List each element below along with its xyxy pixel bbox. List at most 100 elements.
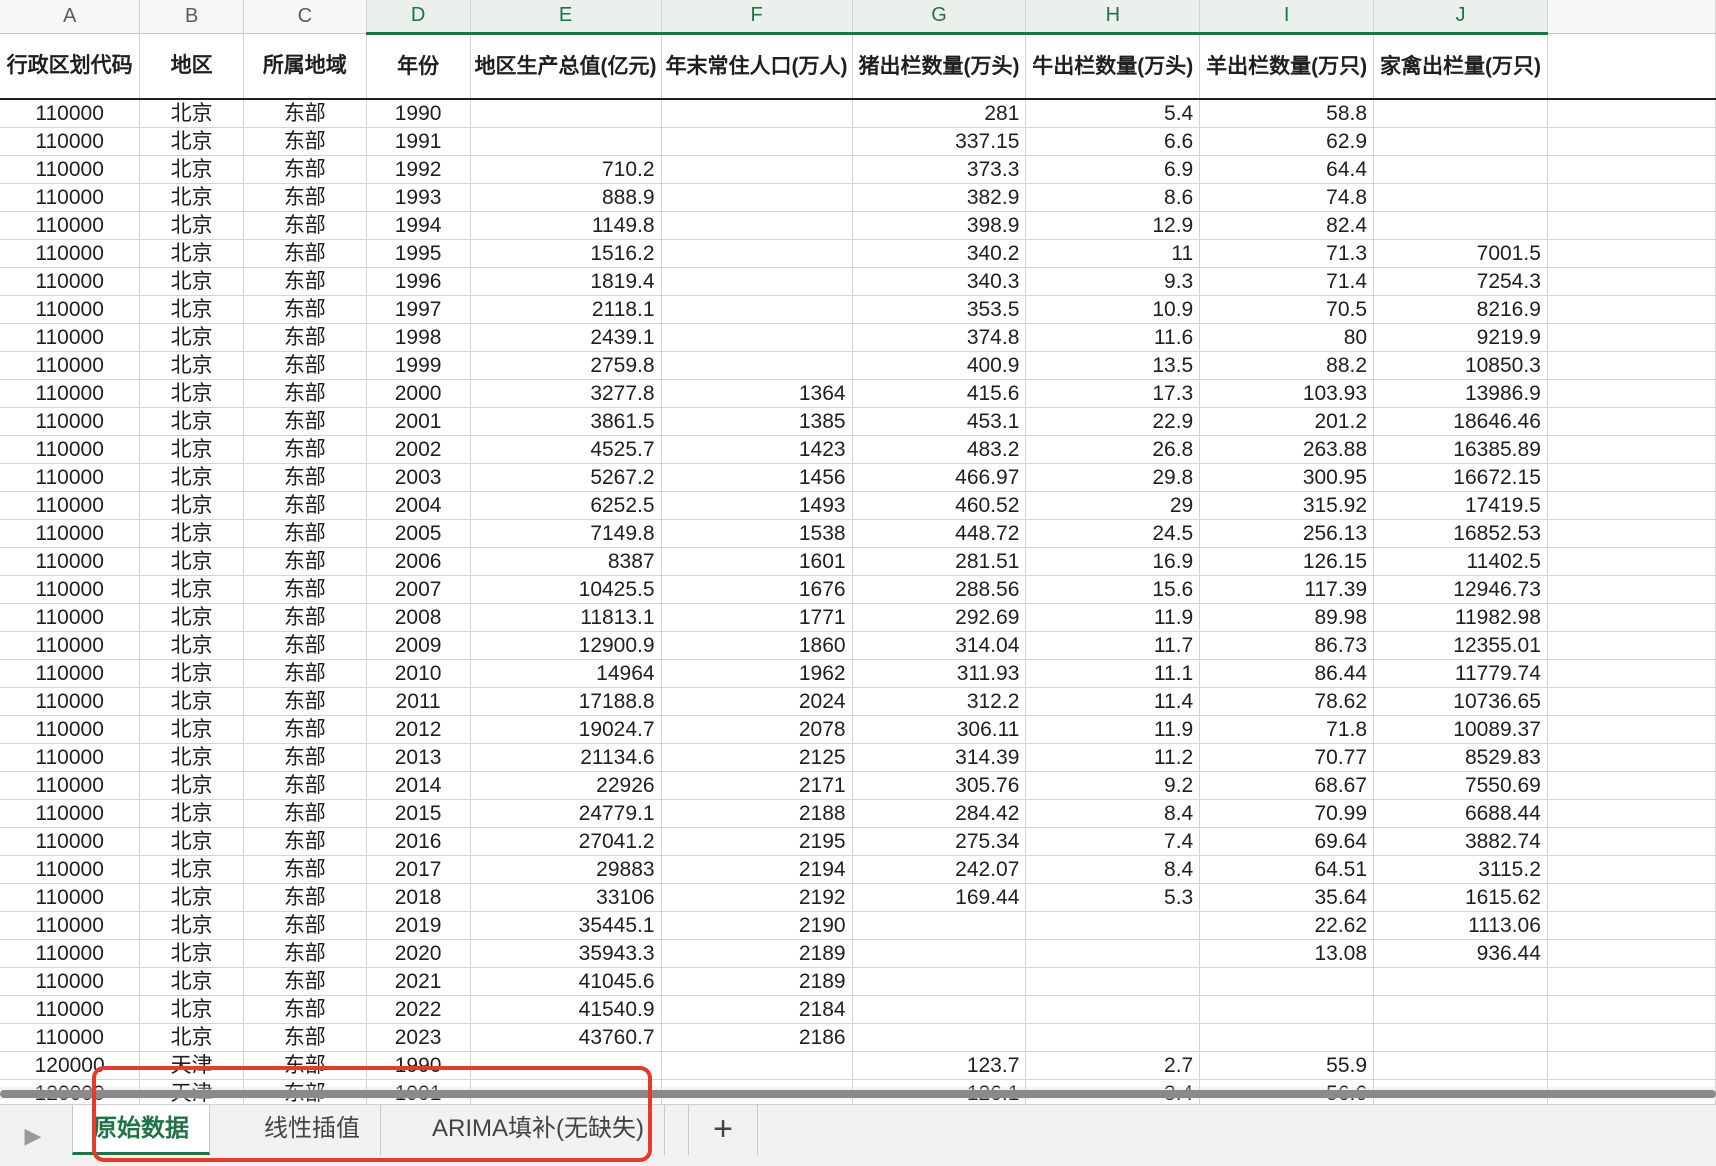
table-cell[interactable]: 126.15 <box>1199 547 1375 576</box>
table-cell[interactable]: 110000 <box>0 1023 141 1052</box>
column-header-f[interactable]: F <box>661 0 853 35</box>
table-cell[interactable]: 北京 <box>139 911 244 940</box>
table-cell[interactable]: 12355.01 <box>1373 631 1548 660</box>
table-cell[interactable]: 3861.5 <box>470 407 662 436</box>
table-cell[interactable]: 3115.2 <box>1373 855 1548 884</box>
table-cell[interactable] <box>1199 1023 1375 1052</box>
table-cell[interactable]: 11 <box>1025 239 1201 268</box>
table-cell[interactable]: 110000 <box>0 463 141 492</box>
table-cell[interactable]: 东部 <box>243 771 367 800</box>
table-cell[interactable]: 41045.6 <box>470 967 662 996</box>
table-cell[interactable]: 64.4 <box>1199 155 1375 184</box>
table-cell[interactable]: 北京 <box>139 491 244 520</box>
table-cell[interactable]: 110000 <box>0 967 141 996</box>
table-cell[interactable]: 2004 <box>366 491 471 520</box>
table-cell[interactable]: 2017 <box>366 855 471 884</box>
table-cell[interactable]: 2000 <box>366 379 471 408</box>
table-cell[interactable]: 东部 <box>243 435 367 464</box>
header-cell[interactable]: 行政区划代码 <box>0 33 141 100</box>
table-cell[interactable] <box>852 1023 1027 1052</box>
table-cell[interactable]: 北京 <box>139 379 244 408</box>
table-cell[interactable]: 58.8 <box>1199 99 1375 128</box>
table-cell[interactable]: 7550.69 <box>1373 771 1548 800</box>
table-cell[interactable]: 18646.46 <box>1373 407 1548 436</box>
table-cell[interactable]: 6.6 <box>1025 127 1201 156</box>
table-cell[interactable]: 11.4 <box>1025 687 1201 716</box>
table-cell[interactable] <box>1025 967 1201 996</box>
table-cell[interactable]: 41540.9 <box>470 995 662 1024</box>
table-cell[interactable]: 888.9 <box>470 183 662 212</box>
table-cell[interactable]: 北京 <box>139 1023 244 1052</box>
table-cell[interactable]: 26.8 <box>1025 435 1201 464</box>
table-cell[interactable]: 11.2 <box>1025 743 1201 772</box>
table-cell[interactable]: 北京 <box>139 519 244 548</box>
table-cell[interactable]: 北京 <box>139 239 244 268</box>
table-cell[interactable]: 17419.5 <box>1373 491 1548 520</box>
table-cell[interactable]: 2186 <box>661 1023 853 1052</box>
table-cell[interactable]: 300.95 <box>1199 463 1375 492</box>
table-cell[interactable]: 483.2 <box>852 435 1027 464</box>
table-cell[interactable]: 2125 <box>661 743 853 772</box>
table-cell[interactable]: 110000 <box>0 183 141 212</box>
table-cell[interactable]: 398.9 <box>852 211 1027 240</box>
table-cell[interactable]: 东部 <box>243 883 367 912</box>
table-cell[interactable]: 110000 <box>0 407 141 436</box>
table-cell[interactable]: 88.2 <box>1199 351 1375 380</box>
table-cell[interactable] <box>661 1051 853 1080</box>
table-cell[interactable]: 1860 <box>661 631 853 660</box>
table-cell[interactable]: 340.2 <box>852 239 1027 268</box>
table-cell[interactable]: 北京 <box>139 407 244 436</box>
table-cell[interactable]: 460.52 <box>852 491 1027 520</box>
table-cell[interactable]: 2189 <box>661 939 853 968</box>
table-cell[interactable]: 2759.8 <box>470 351 662 380</box>
table-cell[interactable]: 北京 <box>139 771 244 800</box>
table-cell[interactable]: 110000 <box>0 939 141 968</box>
table-cell[interactable]: 16.9 <box>1025 547 1201 576</box>
table-cell[interactable] <box>661 99 853 128</box>
table-cell[interactable]: 415.6 <box>852 379 1027 408</box>
table-cell[interactable]: 1149.8 <box>470 211 662 240</box>
table-cell[interactable]: 110000 <box>0 631 141 660</box>
table-cell[interactable]: 2007 <box>366 575 471 604</box>
table-cell[interactable]: 2016 <box>366 827 471 856</box>
column-header-g[interactable]: G <box>852 0 1027 35</box>
horizontal-scrollbar[interactable] <box>0 1087 1716 1099</box>
table-cell[interactable] <box>661 323 853 352</box>
table-cell[interactable]: 东部 <box>243 631 367 660</box>
table-cell[interactable]: 东部 <box>243 995 367 1024</box>
table-cell[interactable]: 62.9 <box>1199 127 1375 156</box>
table-cell[interactable]: 东部 <box>243 491 367 520</box>
table-cell[interactable]: 110000 <box>0 155 141 184</box>
table-cell[interactable]: 110000 <box>0 379 141 408</box>
table-cell[interactable]: 281.51 <box>852 547 1027 576</box>
table-cell[interactable]: 11.6 <box>1025 323 1201 352</box>
table-cell[interactable]: 82.4 <box>1199 211 1375 240</box>
table-cell[interactable]: 北京 <box>139 99 244 128</box>
table-cell[interactable]: 2439.1 <box>470 323 662 352</box>
table-cell[interactable]: 281 <box>852 99 1027 128</box>
table-cell[interactable]: 314.04 <box>852 631 1027 660</box>
table-cell[interactable]: 110000 <box>0 435 141 464</box>
table-cell[interactable]: 北京 <box>139 547 244 576</box>
column-header-b[interactable]: B <box>139 0 244 34</box>
table-cell[interactable]: 8.4 <box>1025 855 1201 884</box>
table-cell[interactable] <box>1373 99 1548 128</box>
table-cell[interactable] <box>661 127 853 156</box>
table-cell[interactable]: 337.15 <box>852 127 1027 156</box>
table-cell[interactable] <box>852 911 1027 940</box>
table-cell[interactable] <box>661 351 853 380</box>
table-cell[interactable]: 374.8 <box>852 323 1027 352</box>
table-cell[interactable]: 10089.37 <box>1373 715 1548 744</box>
table-cell[interactable] <box>1373 1023 1548 1052</box>
table-cell[interactable]: 北京 <box>139 855 244 884</box>
table-cell[interactable] <box>470 127 662 156</box>
table-cell[interactable]: 2118.1 <box>470 295 662 324</box>
table-cell[interactable]: 242.07 <box>852 855 1027 884</box>
table-cell[interactable]: 2.7 <box>1025 1051 1201 1080</box>
table-cell[interactable] <box>470 1051 662 1080</box>
table-cell[interactable] <box>1373 183 1548 212</box>
table-cell[interactable]: 东部 <box>243 519 367 548</box>
header-cell[interactable]: 年末常住人口(万人) <box>661 32 853 100</box>
table-cell[interactable]: 北京 <box>139 967 244 996</box>
header-cell[interactable]: 年份 <box>366 32 471 100</box>
